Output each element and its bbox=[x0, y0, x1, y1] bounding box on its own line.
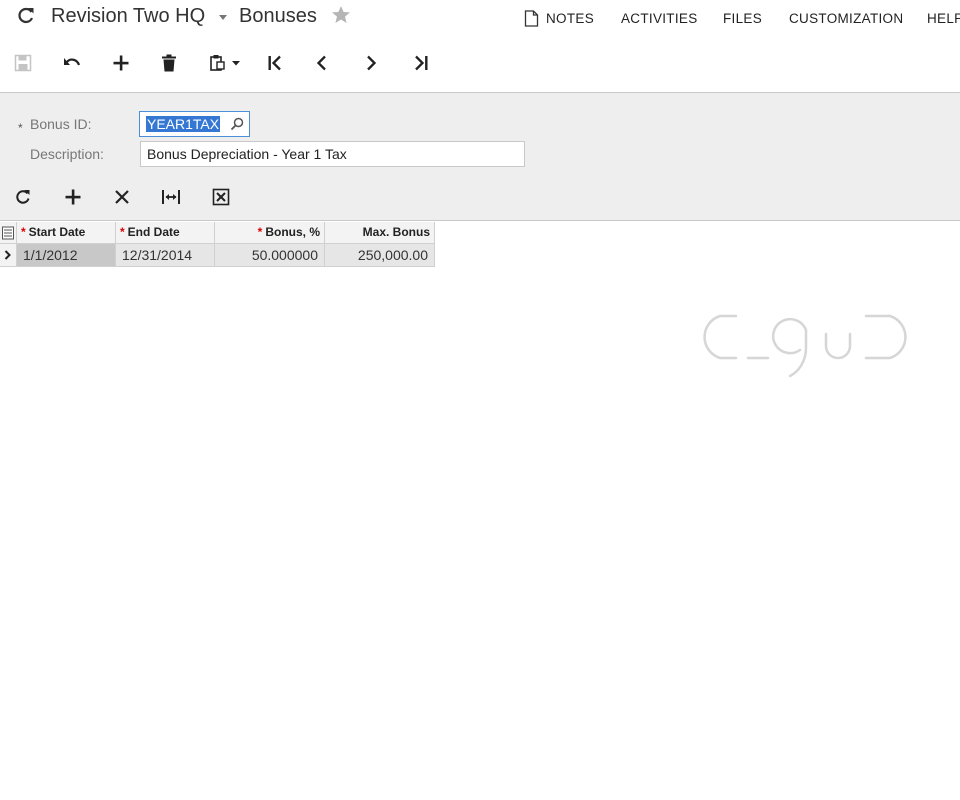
row-selector[interactable] bbox=[0, 244, 17, 267]
grid-settings-header[interactable] bbox=[0, 222, 17, 244]
cell-start-date[interactable]: 1/1/2012 bbox=[17, 244, 116, 267]
column-header-label: Start Date bbox=[28, 225, 86, 239]
delete-icon[interactable] bbox=[158, 52, 180, 74]
cell-max-bonus[interactable]: 250,000.00 bbox=[325, 244, 435, 267]
refresh-icon[interactable] bbox=[13, 187, 33, 207]
help-link[interactable]: HELP bbox=[927, 11, 960, 26]
delete-row-icon[interactable] bbox=[112, 187, 132, 207]
column-header-label: Bonus, % bbox=[265, 225, 320, 239]
bonus-id-value[interactable]: YEAR1TAX bbox=[146, 116, 221, 132]
export-excel-icon[interactable] bbox=[211, 187, 231, 207]
add-icon[interactable] bbox=[110, 52, 132, 74]
description-input[interactable]: Bonus Depreciation - Year 1 Tax bbox=[140, 141, 525, 167]
cell-end-date[interactable]: 12/31/2014 bbox=[116, 244, 215, 267]
column-header-start-date[interactable]: * Start Date bbox=[17, 222, 116, 244]
company-selector[interactable]: Revision Two HQ bbox=[51, 5, 205, 28]
column-header-max-bonus[interactable]: Max. Bonus bbox=[325, 222, 435, 244]
files-link[interactable]: FILES bbox=[723, 11, 762, 26]
bonus-id-input[interactable]: YEAR1TAX bbox=[139, 111, 250, 137]
description-label: Description: bbox=[30, 146, 104, 162]
title-bar: Revision Two HQ Bonuses NOTES ACTIVITIES… bbox=[0, 0, 960, 36]
bonus-id-label: Bonus ID: bbox=[30, 116, 92, 132]
customization-link[interactable]: CUSTOMIZATION bbox=[789, 11, 903, 26]
note-icon[interactable] bbox=[524, 10, 539, 27]
cloud-logo-watermark bbox=[703, 314, 907, 378]
first-record-icon[interactable] bbox=[264, 52, 286, 74]
cell-bonus-pct[interactable]: 50.000000 bbox=[215, 244, 325, 267]
column-header-label: End Date bbox=[127, 225, 180, 239]
last-record-icon[interactable] bbox=[410, 52, 432, 74]
add-row-icon[interactable] bbox=[63, 187, 83, 207]
chevron-right-icon bbox=[4, 250, 11, 260]
undo-icon[interactable] bbox=[61, 52, 83, 74]
clipboard-icon[interactable] bbox=[208, 52, 244, 74]
previous-record-icon[interactable] bbox=[311, 52, 333, 74]
chevron-down-icon[interactable] bbox=[219, 15, 227, 20]
page-title: Bonuses bbox=[239, 5, 317, 27]
next-record-icon[interactable] bbox=[360, 52, 382, 74]
grid-settings-icon[interactable] bbox=[0, 222, 16, 243]
save-icon[interactable] bbox=[12, 52, 34, 74]
activities-link[interactable]: ACTIVITIES bbox=[621, 11, 698, 26]
star-icon[interactable] bbox=[331, 5, 351, 25]
column-header-label: Max. Bonus bbox=[362, 225, 430, 239]
column-header-end-date[interactable]: * End Date bbox=[116, 222, 215, 244]
notes-link[interactable]: NOTES bbox=[546, 11, 594, 26]
refresh-icon[interactable] bbox=[16, 6, 36, 26]
required-indicator: * bbox=[18, 121, 23, 135]
search-icon[interactable] bbox=[230, 117, 244, 131]
column-header-bonus-pct[interactable]: * Bonus, % bbox=[215, 222, 325, 244]
fit-columns-icon[interactable] bbox=[161, 187, 181, 207]
